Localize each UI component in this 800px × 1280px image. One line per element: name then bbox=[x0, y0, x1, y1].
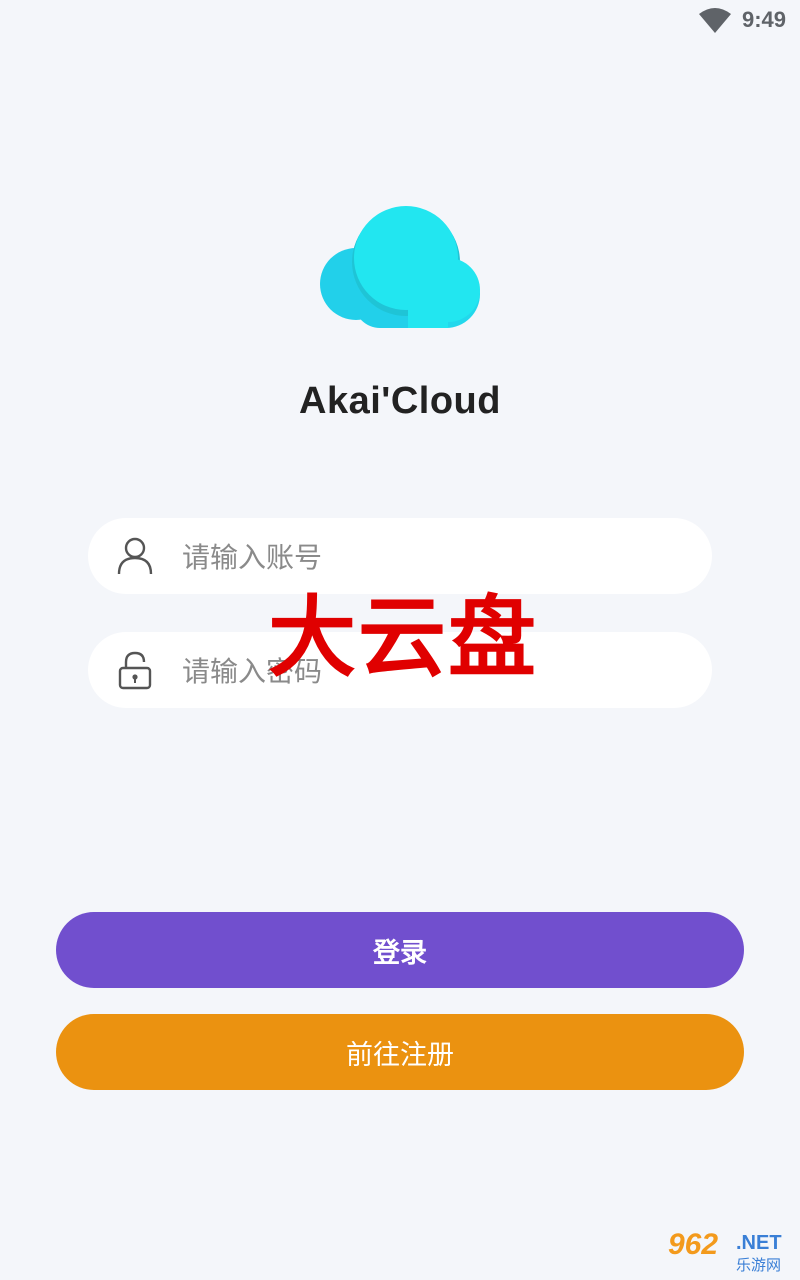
site-logo-net: .NET bbox=[736, 1232, 782, 1254]
cloud-logo-icon bbox=[320, 206, 480, 328]
user-icon bbox=[117, 537, 153, 575]
wifi-icon bbox=[699, 8, 731, 33]
lock-icon bbox=[118, 651, 152, 690]
site-logo-number: 962 bbox=[668, 1228, 719, 1261]
status-bar: 9:49 bbox=[0, 0, 800, 40]
watermark-text: 大云盘 bbox=[267, 586, 538, 689]
status-time: 9:49 bbox=[742, 7, 787, 32]
register-button[interactable]: 前往注册 bbox=[56, 1014, 744, 1090]
app-name: Akai'Cloud bbox=[299, 380, 501, 422]
login-button[interactable]: 登录 bbox=[56, 912, 744, 988]
site-logo-cn: 乐游网 bbox=[736, 1256, 782, 1274]
site-watermark-logo: 962 .NET 乐游网 bbox=[662, 1228, 796, 1276]
account-input[interactable] bbox=[180, 532, 684, 582]
